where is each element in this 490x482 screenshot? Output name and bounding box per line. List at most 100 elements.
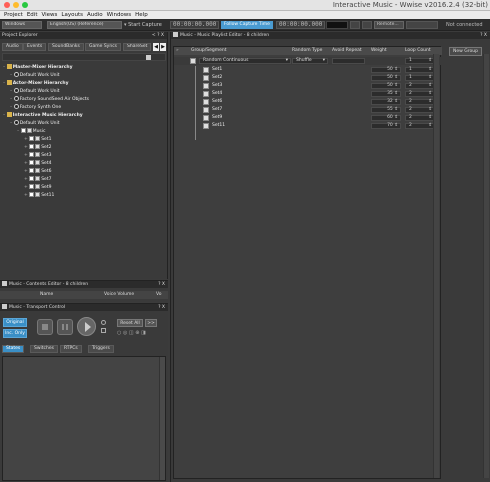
loop-count-field[interactable]: 2 ⇕ bbox=[405, 91, 435, 97]
checkbox-icon[interactable] bbox=[29, 136, 35, 141]
panel-controls[interactable]: ? X bbox=[158, 304, 165, 311]
tab-events[interactable]: Events bbox=[23, 43, 47, 51]
col-name[interactable]: Name bbox=[40, 291, 53, 299]
explorer-tool-icon[interactable] bbox=[146, 55, 151, 60]
col-avoid-repeat[interactable]: Avoid Repeat bbox=[332, 47, 362, 55]
tree-item[interactable]: – Actor-Mixer Hierarchy bbox=[3, 80, 165, 88]
segment-row[interactable]: Set6 32 ⇕ 2 ⇕ bbox=[174, 98, 442, 106]
menu-edit[interactable]: Edit bbox=[27, 12, 38, 18]
segment-row[interactable]: Set7 55 ⇕ 2 ⇕ bbox=[174, 106, 442, 114]
remote-button[interactable]: Remote... bbox=[374, 21, 404, 29]
collapse-icon[interactable]: » bbox=[176, 47, 179, 55]
capture-options-button[interactable] bbox=[362, 21, 372, 29]
checkbox-icon[interactable] bbox=[29, 144, 35, 149]
loop-count-field[interactable]: 1 ⇕ bbox=[405, 75, 435, 81]
loop-count-field[interactable]: 2 ⇕ bbox=[405, 107, 435, 113]
col-loop-count[interactable]: Loop Count bbox=[405, 47, 431, 55]
weight-field[interactable]: 50 ⇕ bbox=[371, 75, 401, 81]
tree-item[interactable]: – Default Work Unit bbox=[3, 72, 165, 80]
original-button[interactable]: Original bbox=[3, 318, 27, 327]
panel-controls[interactable]: < ? X bbox=[152, 32, 164, 39]
menu-windows[interactable]: Windows bbox=[107, 12, 132, 18]
tab-sharesets[interactable]: ShareSet bbox=[123, 43, 151, 51]
scroll-left-icon[interactable]: ◀ bbox=[153, 43, 159, 51]
new-group-button[interactable]: New Group bbox=[449, 47, 482, 56]
col-random-type[interactable]: Random Type bbox=[292, 47, 322, 55]
loop-count-field[interactable]: 2 ⇕ bbox=[405, 123, 435, 129]
playlist-scrollbar[interactable] bbox=[433, 54, 439, 478]
loop-icon[interactable] bbox=[101, 320, 106, 325]
tab-game-syncs[interactable]: Game Syncs bbox=[85, 43, 122, 51]
tree-item[interactable]: – Factory Synth One bbox=[3, 104, 165, 112]
loop-count-field[interactable]: 2 ⇕ bbox=[405, 99, 435, 105]
checkbox-icon[interactable] bbox=[29, 184, 35, 189]
panel-controls[interactable]: ? X bbox=[158, 281, 165, 288]
col-voice-volume[interactable]: Voice Volume bbox=[104, 291, 134, 299]
tab-triggers[interactable]: Triggers bbox=[88, 345, 114, 353]
menu-layouts[interactable]: Layouts bbox=[61, 12, 83, 18]
loop-count-field[interactable]: 1 ⇕ bbox=[405, 67, 435, 73]
panel-controls[interactable]: ? X bbox=[480, 32, 487, 39]
layout-select[interactable]: Windows bbox=[2, 21, 42, 29]
tree-item[interactable]: + Set7 bbox=[3, 176, 165, 184]
tab-soundbanks[interactable]: SoundBanks bbox=[48, 43, 84, 51]
loop-count-field[interactable]: 2 ⇕ bbox=[405, 83, 435, 89]
menu-project[interactable]: Project bbox=[4, 12, 23, 18]
tree-item[interactable]: – Music bbox=[3, 128, 165, 136]
capture-button[interactable] bbox=[350, 21, 360, 29]
col-extra[interactable]: Vo bbox=[156, 291, 161, 299]
tree-item[interactable]: + Set9 bbox=[3, 184, 165, 192]
group-loop-count[interactable]: 1 ⇕ bbox=[405, 58, 435, 64]
segment-row[interactable]: Set3 50 ⇕ 2 ⇕ bbox=[174, 82, 442, 90]
col-group-segment[interactable]: Group/Segment bbox=[191, 47, 226, 55]
checkbox-icon[interactable] bbox=[29, 152, 35, 157]
minimize-window-button[interactable] bbox=[13, 2, 19, 8]
tab-switches[interactable]: Switches bbox=[30, 345, 58, 353]
segment-row[interactable]: Set9 60 ⇕ 2 ⇕ bbox=[174, 114, 442, 122]
transport-tool-icons[interactable]: ○ ◎ ◫ ⊕ ◨ bbox=[117, 330, 159, 336]
weight-field[interactable]: 32 ⇕ bbox=[371, 99, 401, 105]
menu-audio[interactable]: Audio bbox=[87, 12, 103, 18]
random-type-select[interactable]: Shuffle ▾ bbox=[292, 58, 328, 64]
tree-item[interactable]: + Set1 bbox=[3, 136, 165, 144]
tab-audio[interactable]: Audio bbox=[2, 43, 23, 51]
option-icon[interactable] bbox=[101, 328, 106, 333]
pause-button[interactable] bbox=[57, 319, 73, 335]
group-row[interactable]: Random Continuous ▾ Shuffle ▾ 1 ⇕ bbox=[174, 57, 442, 65]
more-button[interactable]: >> bbox=[145, 319, 157, 327]
tree-item[interactable]: – Master-Mixer Hierarchy bbox=[3, 64, 165, 72]
follow-capture-time-button[interactable]: Follow Capture Time bbox=[221, 21, 273, 29]
weight-field[interactable]: 60 ⇕ bbox=[371, 115, 401, 121]
segment-row[interactable]: Set1 50 ⇕ 1 ⇕ bbox=[174, 66, 442, 74]
group-type-select[interactable]: Random Continuous ▾ bbox=[199, 58, 291, 64]
weight-field[interactable]: 55 ⇕ bbox=[371, 107, 401, 113]
inc-only-button[interactable]: Inc. Only bbox=[3, 329, 27, 338]
stop-button[interactable] bbox=[37, 319, 53, 335]
weight-field[interactable]: 35 ⇕ bbox=[371, 91, 401, 97]
checkbox-icon[interactable] bbox=[29, 176, 35, 181]
play-button[interactable] bbox=[77, 317, 96, 336]
close-window-button[interactable] bbox=[4, 2, 10, 8]
weight-field[interactable]: 70 ⇕ bbox=[371, 123, 401, 129]
tree-item[interactable]: – Factory SoundSeed Air Objects bbox=[3, 96, 165, 104]
zoom-window-button[interactable] bbox=[22, 2, 28, 8]
tree-item[interactable]: + Set4 bbox=[3, 160, 165, 168]
right-scrollbar[interactable] bbox=[483, 54, 489, 478]
tree-item[interactable]: + Set3 bbox=[3, 152, 165, 160]
tree-item[interactable]: + Set6 bbox=[3, 168, 165, 176]
language-select[interactable]: English(US) (Reference) bbox=[47, 21, 122, 29]
remote-options-button[interactable] bbox=[406, 21, 438, 29]
segment-row[interactable]: Set11 70 ⇕ 2 ⇕ bbox=[174, 122, 442, 130]
menu-views[interactable]: Views bbox=[41, 12, 57, 18]
menu-help[interactable]: Help bbox=[135, 12, 148, 18]
tree-item[interactable]: – Default Work Unit bbox=[3, 120, 165, 128]
tree-item[interactable]: + Set2 bbox=[3, 144, 165, 152]
loop-count-field[interactable]: 2 ⇕ bbox=[405, 115, 435, 121]
weight-field[interactable]: 50 ⇕ bbox=[371, 67, 401, 73]
checkbox-icon[interactable] bbox=[29, 160, 35, 165]
segment-row[interactable]: Set2 50 ⇕ 1 ⇕ bbox=[174, 74, 442, 82]
transport-scrollbar[interactable] bbox=[159, 357, 165, 480]
tree-item[interactable]: – Default Work Unit bbox=[3, 88, 165, 96]
tab-states[interactable]: States bbox=[2, 345, 25, 353]
avoid-repeat-field[interactable] bbox=[332, 58, 365, 64]
